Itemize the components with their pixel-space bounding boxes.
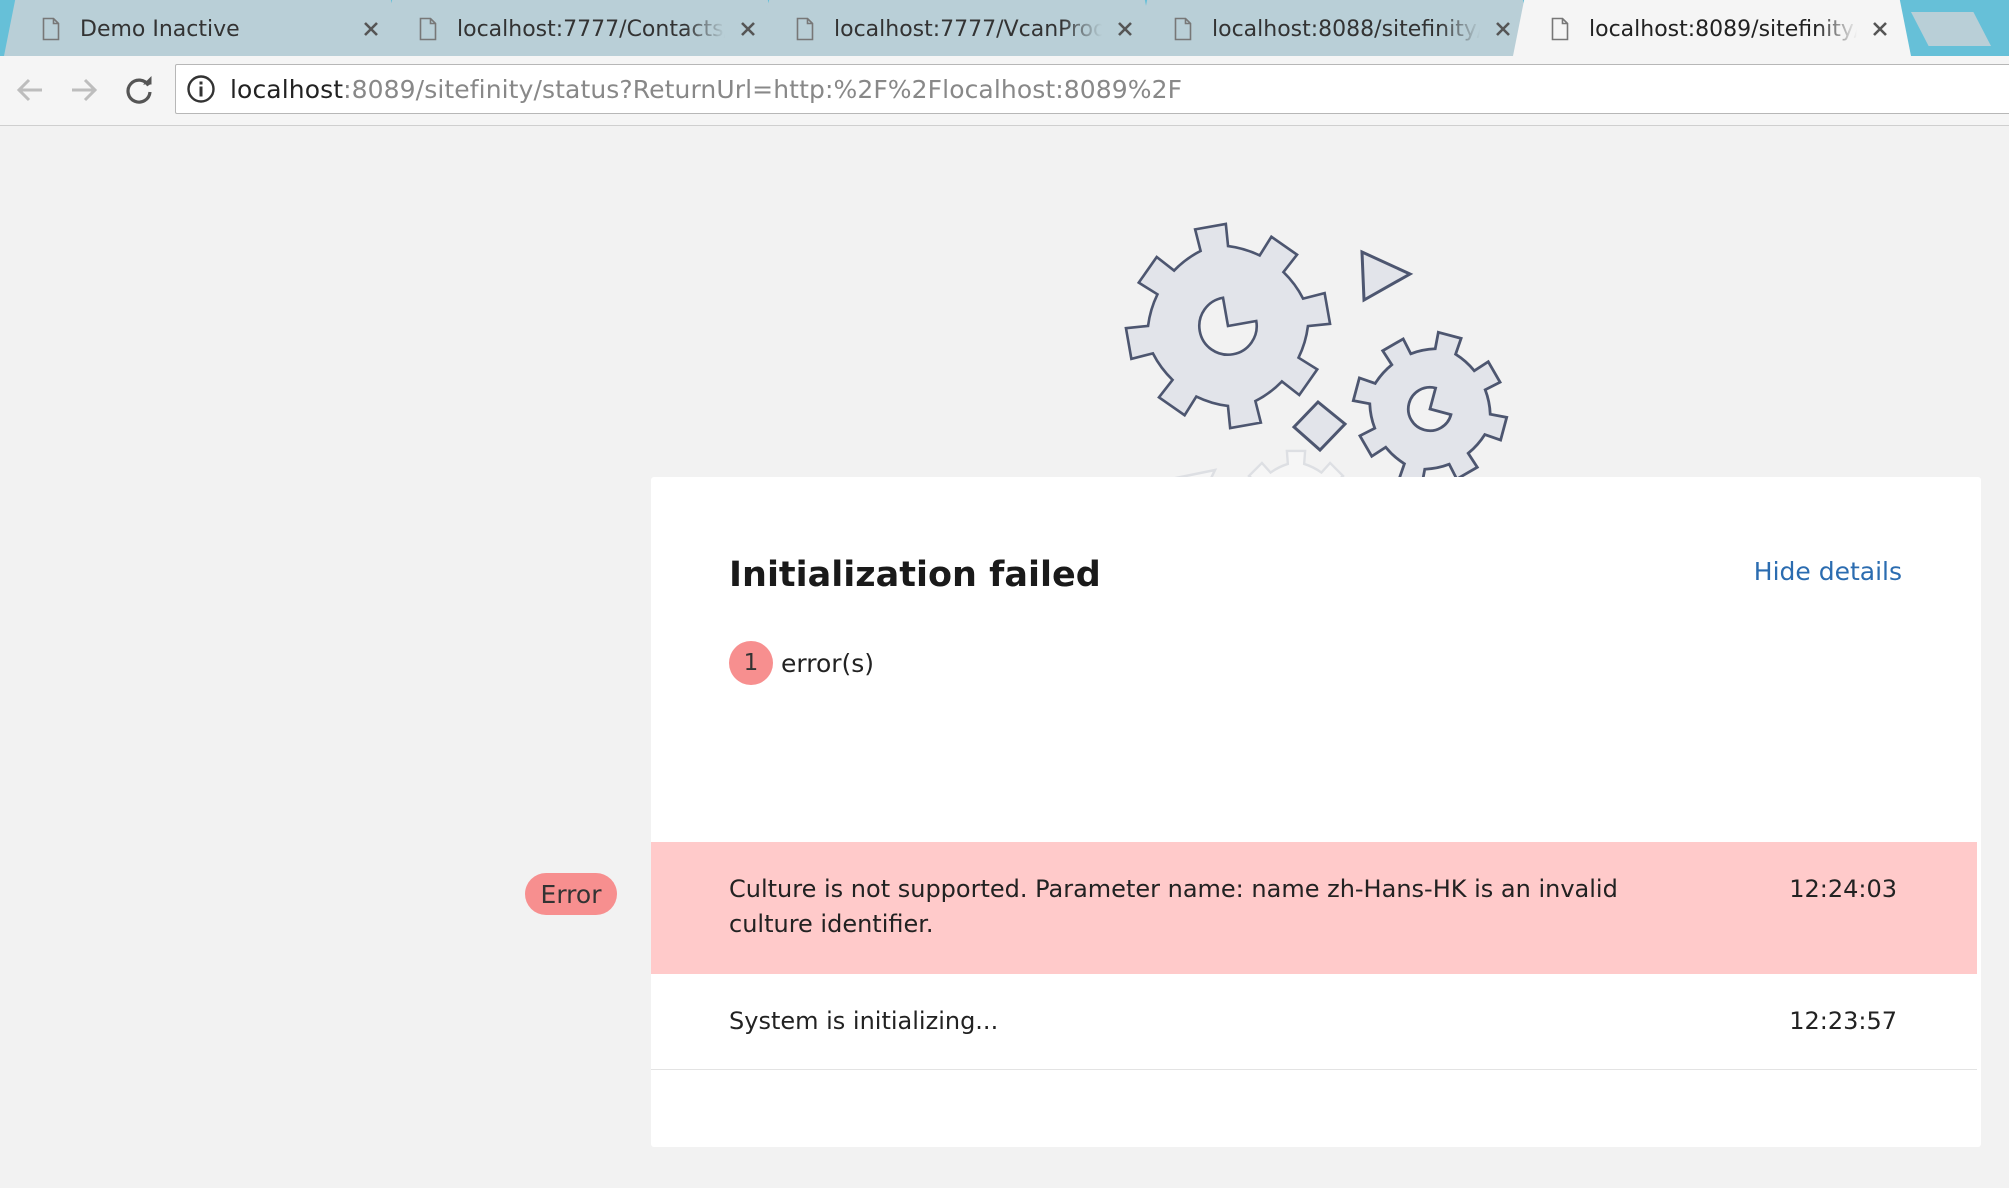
- tab-title: localhost:8088/sitefinity/s: [1212, 16, 1480, 42]
- tab-title: localhost:7777/Contacts/: [457, 16, 725, 42]
- close-icon[interactable]: [362, 20, 380, 38]
- tab-contacts[interactable]: localhost:7777/Contacts/: [381, 0, 779, 56]
- log-row-info: System is initializing... 12:23:57: [651, 974, 1977, 1070]
- status-card: Initialization failed Hide details 1 err…: [651, 477, 1981, 1147]
- url-path: :8089/sitefinity/status?ReturnUrl=http:%…: [343, 74, 1183, 104]
- log-message: System is initializing...: [729, 1007, 999, 1035]
- url-host: localhost: [230, 74, 344, 104]
- hide-details-link[interactable]: Hide details: [1754, 557, 1902, 586]
- log-row-error: Culture is not supported. Parameter name…: [651, 842, 1977, 974]
- forward-arrow-icon[interactable]: [66, 72, 102, 108]
- page-icon: [1174, 17, 1192, 41]
- close-icon[interactable]: [1494, 20, 1512, 38]
- page-icon: [42, 17, 60, 41]
- url-text: localhost:8089/sitefinity/status?ReturnU…: [230, 75, 1182, 104]
- log-timestamp: 12:23:57: [1789, 1007, 1897, 1035]
- error-count-label: error(s): [781, 648, 875, 678]
- tab-strip: Demo Inactive localhost:7777/Contacts/ l…: [0, 0, 2009, 56]
- tab-sitefinity-8088[interactable]: localhost:8088/sitefinity/s: [1136, 0, 1534, 56]
- info-icon[interactable]: [186, 74, 216, 104]
- close-icon[interactable]: [739, 20, 757, 38]
- tab-title: localhost:7777/VcanProd: [834, 16, 1102, 42]
- address-bar[interactable]: localhost:8089/sitefinity/status?ReturnU…: [175, 64, 2009, 114]
- tab-sitefinity-8089[interactable]: localhost:8089/sitefinity/s: [1513, 0, 1911, 56]
- page-icon: [1551, 17, 1569, 41]
- back-arrow-icon[interactable]: [12, 72, 48, 108]
- log-message: Culture is not supported. Parameter name…: [729, 875, 1618, 938]
- tab-vcanprod[interactable]: localhost:7777/VcanProd: [758, 0, 1156, 56]
- error-tag: Error: [525, 873, 617, 915]
- error-count-badge: 1: [729, 641, 773, 685]
- tab-title: localhost:8089/sitefinity/s: [1589, 16, 1857, 42]
- error-summary: 1 error(s): [729, 641, 874, 685]
- tab-demo-inactive[interactable]: Demo Inactive: [4, 0, 402, 56]
- page-title: Initialization failed: [729, 555, 1101, 595]
- new-tab-button[interactable]: [1911, 12, 1991, 46]
- reload-icon[interactable]: [121, 72, 157, 108]
- close-icon[interactable]: [1871, 20, 1889, 38]
- page-icon: [419, 17, 437, 41]
- close-icon[interactable]: [1116, 20, 1134, 38]
- tab-title: Demo Inactive: [80, 16, 240, 42]
- log-timestamp: 12:24:03: [1789, 875, 1897, 903]
- page-icon: [796, 17, 814, 41]
- browser-toolbar: localhost:8089/sitefinity/status?ReturnU…: [0, 56, 2009, 126]
